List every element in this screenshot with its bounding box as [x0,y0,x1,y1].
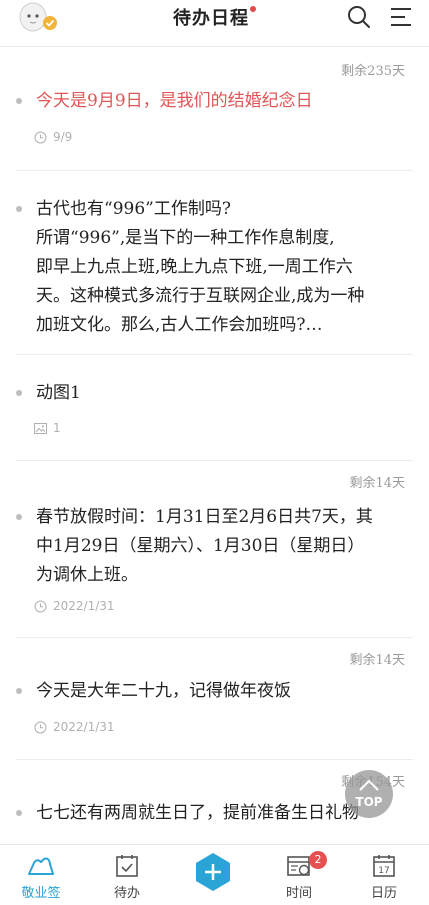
bullet [16,390,22,396]
menu-button[interactable] [388,4,414,30]
todo-list[interactable]: 剩余235天 今天是9月9日，是我们的结婚纪念日 9/9 古代也有“996”工作… [0,47,429,844]
item-date: 2022/1/31 [34,720,115,734]
item-attachment: 1 [34,421,61,435]
search-button[interactable] [346,4,372,30]
image-icon [34,422,47,435]
add-icon [193,853,233,896]
item-date-text: 9/9 [53,130,73,144]
list-item[interactable]: 动图1 1 [16,379,413,439]
item-line: 古代也有“996”工作制吗? [36,199,231,219]
item-line: 今天是9月9日，是我们的结婚纪念日 [36,91,313,111]
item-text: 动图1 [36,379,408,408]
item-line: 中1月29日（星期六）、1月30日（星期日） [36,536,365,556]
back-to-top-label: TOP [355,795,383,809]
clock-icon [34,131,47,144]
item-date: 9/9 [34,130,72,144]
bullet [16,810,22,816]
item-line: 春节放假时间：1月31日至2月6日共7天，其 [36,507,373,527]
nav-item-calendar[interactable]: 17 日历 [349,845,419,905]
arrow-up-icon [358,777,380,797]
remaining-days: 剩余14天 [349,476,405,491]
item-text: 今天是大年二十九，记得做年夜饭 [36,677,408,706]
clock-icon [34,600,47,613]
nav-item-notes[interactable]: 敬业签 [6,845,76,905]
remaining-days: 剩余235天 [341,64,405,79]
list-item[interactable]: 今天是大年二十九，记得做年夜饭 2022/1/31 [16,677,413,777]
bottom-nav: 敬业签 待办 时间 2 17 日历 [0,844,429,905]
item-line: 所谓“996”,是当下的一种工作作息制度, [36,228,335,248]
menu-icon [388,8,414,34]
bullet [16,98,22,104]
item-date-text: 2022/1/31 [53,720,115,734]
clock-icon [34,721,47,734]
item-line: 动图1 [36,383,81,403]
nav-label: 待办 [113,886,140,901]
item-line: 今天是大年二十九，记得做年夜饭 [36,681,291,701]
item-divider [16,759,413,760]
page-title-text: 待办日程 [173,8,249,29]
bullet [16,514,22,520]
back-to-top-button[interactable]: TOP [345,770,393,818]
item-text: 春节放假时间：1月31日至2月6日共7天，其 中1月29日（星期六）、1月30日… [36,503,408,590]
item-divider [16,460,413,461]
item-line: 为调休上班。 [36,565,138,585]
bullet [16,206,22,212]
app-header: 待办日程 [0,0,429,36]
calendar-day: 17 [378,866,389,876]
remaining-days: 剩余14天 [349,653,405,668]
item-date-text: 2022/1/31 [53,599,115,613]
item-date: 2022/1/31 [34,599,115,613]
list-item[interactable]: 今天是9月9日，是我们的结婚纪念日 9/9 [16,87,413,187]
bullet [16,688,22,694]
item-text: 古代也有“996”工作制吗? 所谓“996”,是当下的一种工作作息制度, 即早上… [36,195,408,340]
image-count: 1 [53,421,61,435]
item-text: 今天是9月9日，是我们的结婚纪念日 [36,87,408,116]
nav-label: 时间 [285,886,312,901]
todo-icon [115,854,139,882]
item-line: 即早上九点上班,晚上九点下班,一周工作六 [36,257,353,277]
item-divider [16,637,413,638]
item-divider [16,354,413,355]
list-item[interactable]: 春节放假时间：1月31日至2月6日共7天，其 中1月29日（星期六）、1月30日… [16,503,413,628]
list-item[interactable]: 古代也有“996”工作制吗? 所谓“996”,是当下的一种工作作息制度, 即早上… [16,195,413,345]
nav-item-todo[interactable]: 待办 [92,845,162,905]
item-line: 加班文化。那么,古人工作会加班吗?… [36,315,323,335]
title-notification-dot [250,6,256,12]
nav-label: 日历 [370,886,397,901]
calendar-icon: 17 [372,854,396,882]
search-icon [346,6,372,34]
cloud-note-icon [26,854,56,882]
add-button[interactable] [193,852,233,892]
item-line: 天。这种模式多流行于互联网企业,成为一种 [36,286,365,306]
nav-label: 敬业签 [21,886,61,901]
item-divider [16,170,413,171]
time-badge: 2 [309,851,327,869]
